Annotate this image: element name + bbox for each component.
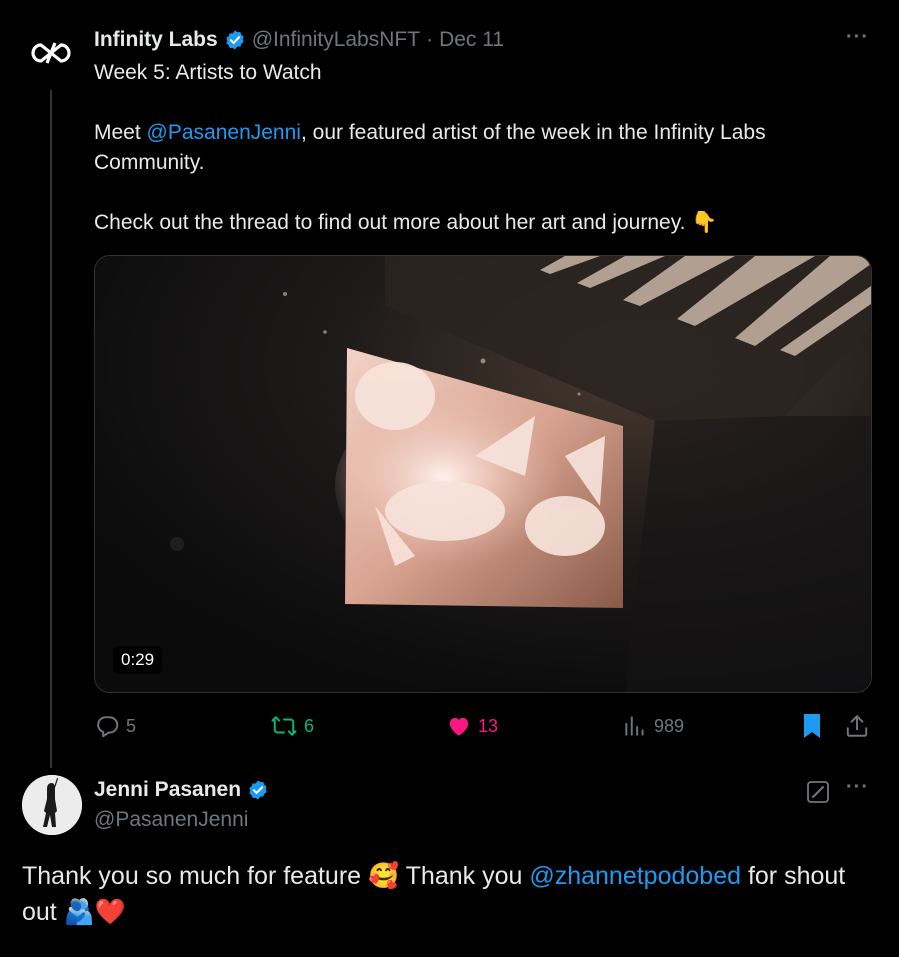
hug-emoji: 🫂: [63, 898, 95, 926]
tweet-thread: Infinity Labs @InfinityLabsNFT · Dec 11 …: [0, 0, 899, 957]
reply-mention-link[interactable]: @zhannetpodobed: [529, 862, 741, 890]
reply-button[interactable]: 5: [94, 710, 136, 742]
tweet-line-1: Week 5: Artists to Watch: [94, 61, 322, 84]
tweet-line-3: Check out the thread to find out more ab…: [94, 211, 718, 234]
more-options-button[interactable]: ···: [846, 26, 869, 49]
video-player[interactable]: 0:29: [94, 255, 872, 693]
reply-header: Jenni Pasanen: [94, 778, 275, 802]
share-button[interactable]: [844, 710, 870, 742]
thread-line: [50, 90, 52, 768]
reply-author-name[interactable]: Jenni Pasanen: [94, 778, 241, 802]
like-count: 13: [478, 715, 499, 736]
pointing-down-emoji: 👇: [691, 211, 718, 234]
tweet-line-2: Meet @PasanenJenni, our featured artist …: [94, 121, 766, 174]
jenni-pasanen-avatar[interactable]: [22, 775, 82, 835]
like-button[interactable]: 13: [446, 710, 498, 742]
retweet-button[interactable]: 6: [270, 710, 314, 742]
reply-more-options-button[interactable]: ···: [846, 776, 869, 799]
author-name[interactable]: Infinity Labs: [94, 28, 218, 52]
edit-icon[interactable]: [806, 780, 830, 809]
tweet-body: Week 5: Artists to Watch Meet @PasanenJe…: [94, 58, 874, 238]
reply-author-handle[interactable]: @PasanenJenni: [94, 808, 248, 832]
share-icon: [846, 715, 868, 737]
tweet-date[interactable]: Dec 11: [439, 28, 504, 52]
avatar-image: [22, 775, 82, 835]
views-count: 989: [654, 715, 685, 736]
reply-text-2: Thank you: [399, 862, 530, 890]
retweet-count: 6: [304, 715, 315, 736]
video-frame: [95, 256, 871, 692]
mention-link[interactable]: @PasanenJenni: [147, 121, 301, 144]
bookmark-icon: [804, 714, 820, 738]
tweet-actions: 5 6 13 989: [94, 710, 874, 742]
views-button[interactable]: 989: [622, 710, 684, 742]
tweet-header: Infinity Labs @InfinityLabsNFT · Dec 11: [94, 26, 504, 54]
retweet-icon: [271, 716, 297, 736]
video-duration: 0:29: [113, 646, 163, 674]
reply-icon: [97, 716, 119, 738]
reply-body: Thank you so much for feature 🥰 Thank yo…: [22, 858, 872, 930]
heart-icon: [449, 717, 469, 736]
separator-dot: ·: [426, 28, 434, 51]
reply-count: 5: [126, 715, 137, 736]
infinity-logo-icon: [31, 42, 71, 64]
verified-badge-icon: [224, 29, 246, 51]
red-heart-emoji: ❤️: [94, 898, 126, 926]
views-icon: [625, 716, 644, 736]
reply-text-1: Thank you so much for feature: [22, 862, 369, 890]
verified-badge-icon: [247, 779, 269, 801]
smiling-hearts-emoji: 🥰: [368, 862, 400, 890]
infinity-labs-avatar[interactable]: [22, 24, 80, 82]
bookmark-button[interactable]: [800, 710, 824, 742]
author-handle[interactable]: @InfinityLabsNFT: [252, 28, 420, 52]
